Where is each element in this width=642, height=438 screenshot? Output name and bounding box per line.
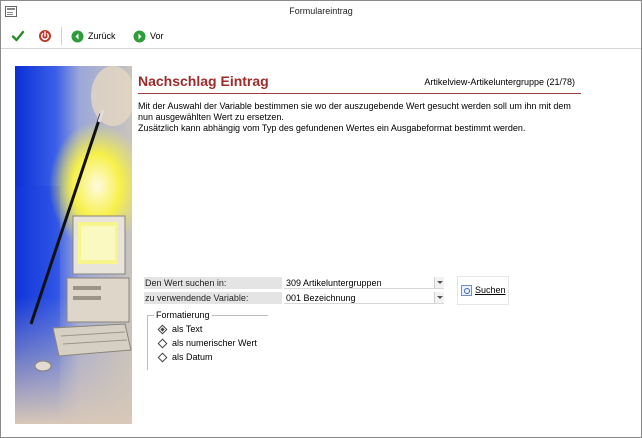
search-button[interactable]: Suchen — [461, 283, 506, 297]
radio-label: als Text — [172, 324, 203, 334]
search-icon — [461, 284, 472, 296]
arrow-left-icon — [71, 30, 84, 42]
variable-value: 001 Bezeichnung — [286, 293, 356, 303]
header-bar: Nachschlag Eintrag Artikelview-Artikelun… — [138, 71, 581, 94]
radio-unselected-icon — [157, 338, 168, 348]
radio-as-date[interactable]: als Datum — [157, 351, 213, 363]
radio-label: als Datum — [172, 352, 213, 362]
chevron-down-icon[interactable] — [434, 292, 444, 303]
search-in-row: Den Wert suchen in: 309 Artikeluntergrup… — [144, 277, 444, 289]
formatting-title: Formatierung — [154, 310, 212, 320]
toolbar: Zurück Vor — [1, 24, 641, 48]
search-in-value: 309 Artikeluntergruppen — [286, 278, 382, 288]
title-bar: Formulareintrag — [1, 1, 641, 23]
radio-selected-icon — [157, 324, 168, 334]
arrow-right-icon — [133, 30, 146, 42]
toolbar-separator — [61, 27, 62, 45]
dialog-window: Formulareintrag Zurück Vor Nachschlag Ei… — [0, 0, 642, 438]
power-icon — [39, 30, 51, 42]
description: Mit der Auswahl der Variable bestimmen s… — [138, 101, 588, 134]
search-button-label: Suchen — [475, 285, 506, 295]
ok-button[interactable] — [11, 28, 25, 44]
variable-select[interactable]: 001 Bezeichnung — [284, 292, 444, 304]
search-in-select[interactable]: 309 Artikeluntergruppen — [284, 277, 444, 289]
back-label: Zurück — [88, 31, 116, 41]
side-illustration — [15, 66, 132, 424]
radio-unselected-icon — [157, 352, 168, 362]
radio-as-text[interactable]: als Text — [157, 323, 203, 335]
forward-label: Vor — [150, 31, 164, 41]
variable-label: zu verwendende Variable: — [144, 292, 282, 304]
chevron-down-icon[interactable] — [434, 277, 444, 288]
radio-as-number[interactable]: als numerischer Wert — [157, 337, 257, 349]
context-label: Artikelview-Artikeluntergruppe (21/78) — [424, 77, 575, 87]
description-line: Zusätzlich kann abhängig vom Typ des gef… — [138, 123, 526, 133]
variable-row: zu verwendende Variable: 001 Bezeichnung — [144, 292, 444, 304]
search-in-label: Den Wert suchen in: — [144, 277, 282, 289]
description-line: Mit der Auswahl der Variable bestimmen s… — [138, 101, 571, 111]
check-icon — [11, 30, 25, 42]
window-title: Formulareintrag — [289, 6, 353, 16]
formatting-group: Formatierung als Text als numerischer We… — [147, 310, 268, 370]
toolbar-divider — [1, 48, 641, 49]
description-line: nun ausgewählten Wert zu ersetzen. — [138, 112, 284, 122]
cancel-button[interactable] — [38, 28, 52, 44]
search-button-frame: Suchen — [457, 276, 509, 305]
page-title: Nachschlag Eintrag — [138, 73, 269, 89]
back-button[interactable]: Zurück — [71, 28, 116, 44]
radio-label: als numerischer Wert — [172, 338, 257, 348]
forward-button[interactable]: Vor — [133, 28, 164, 44]
